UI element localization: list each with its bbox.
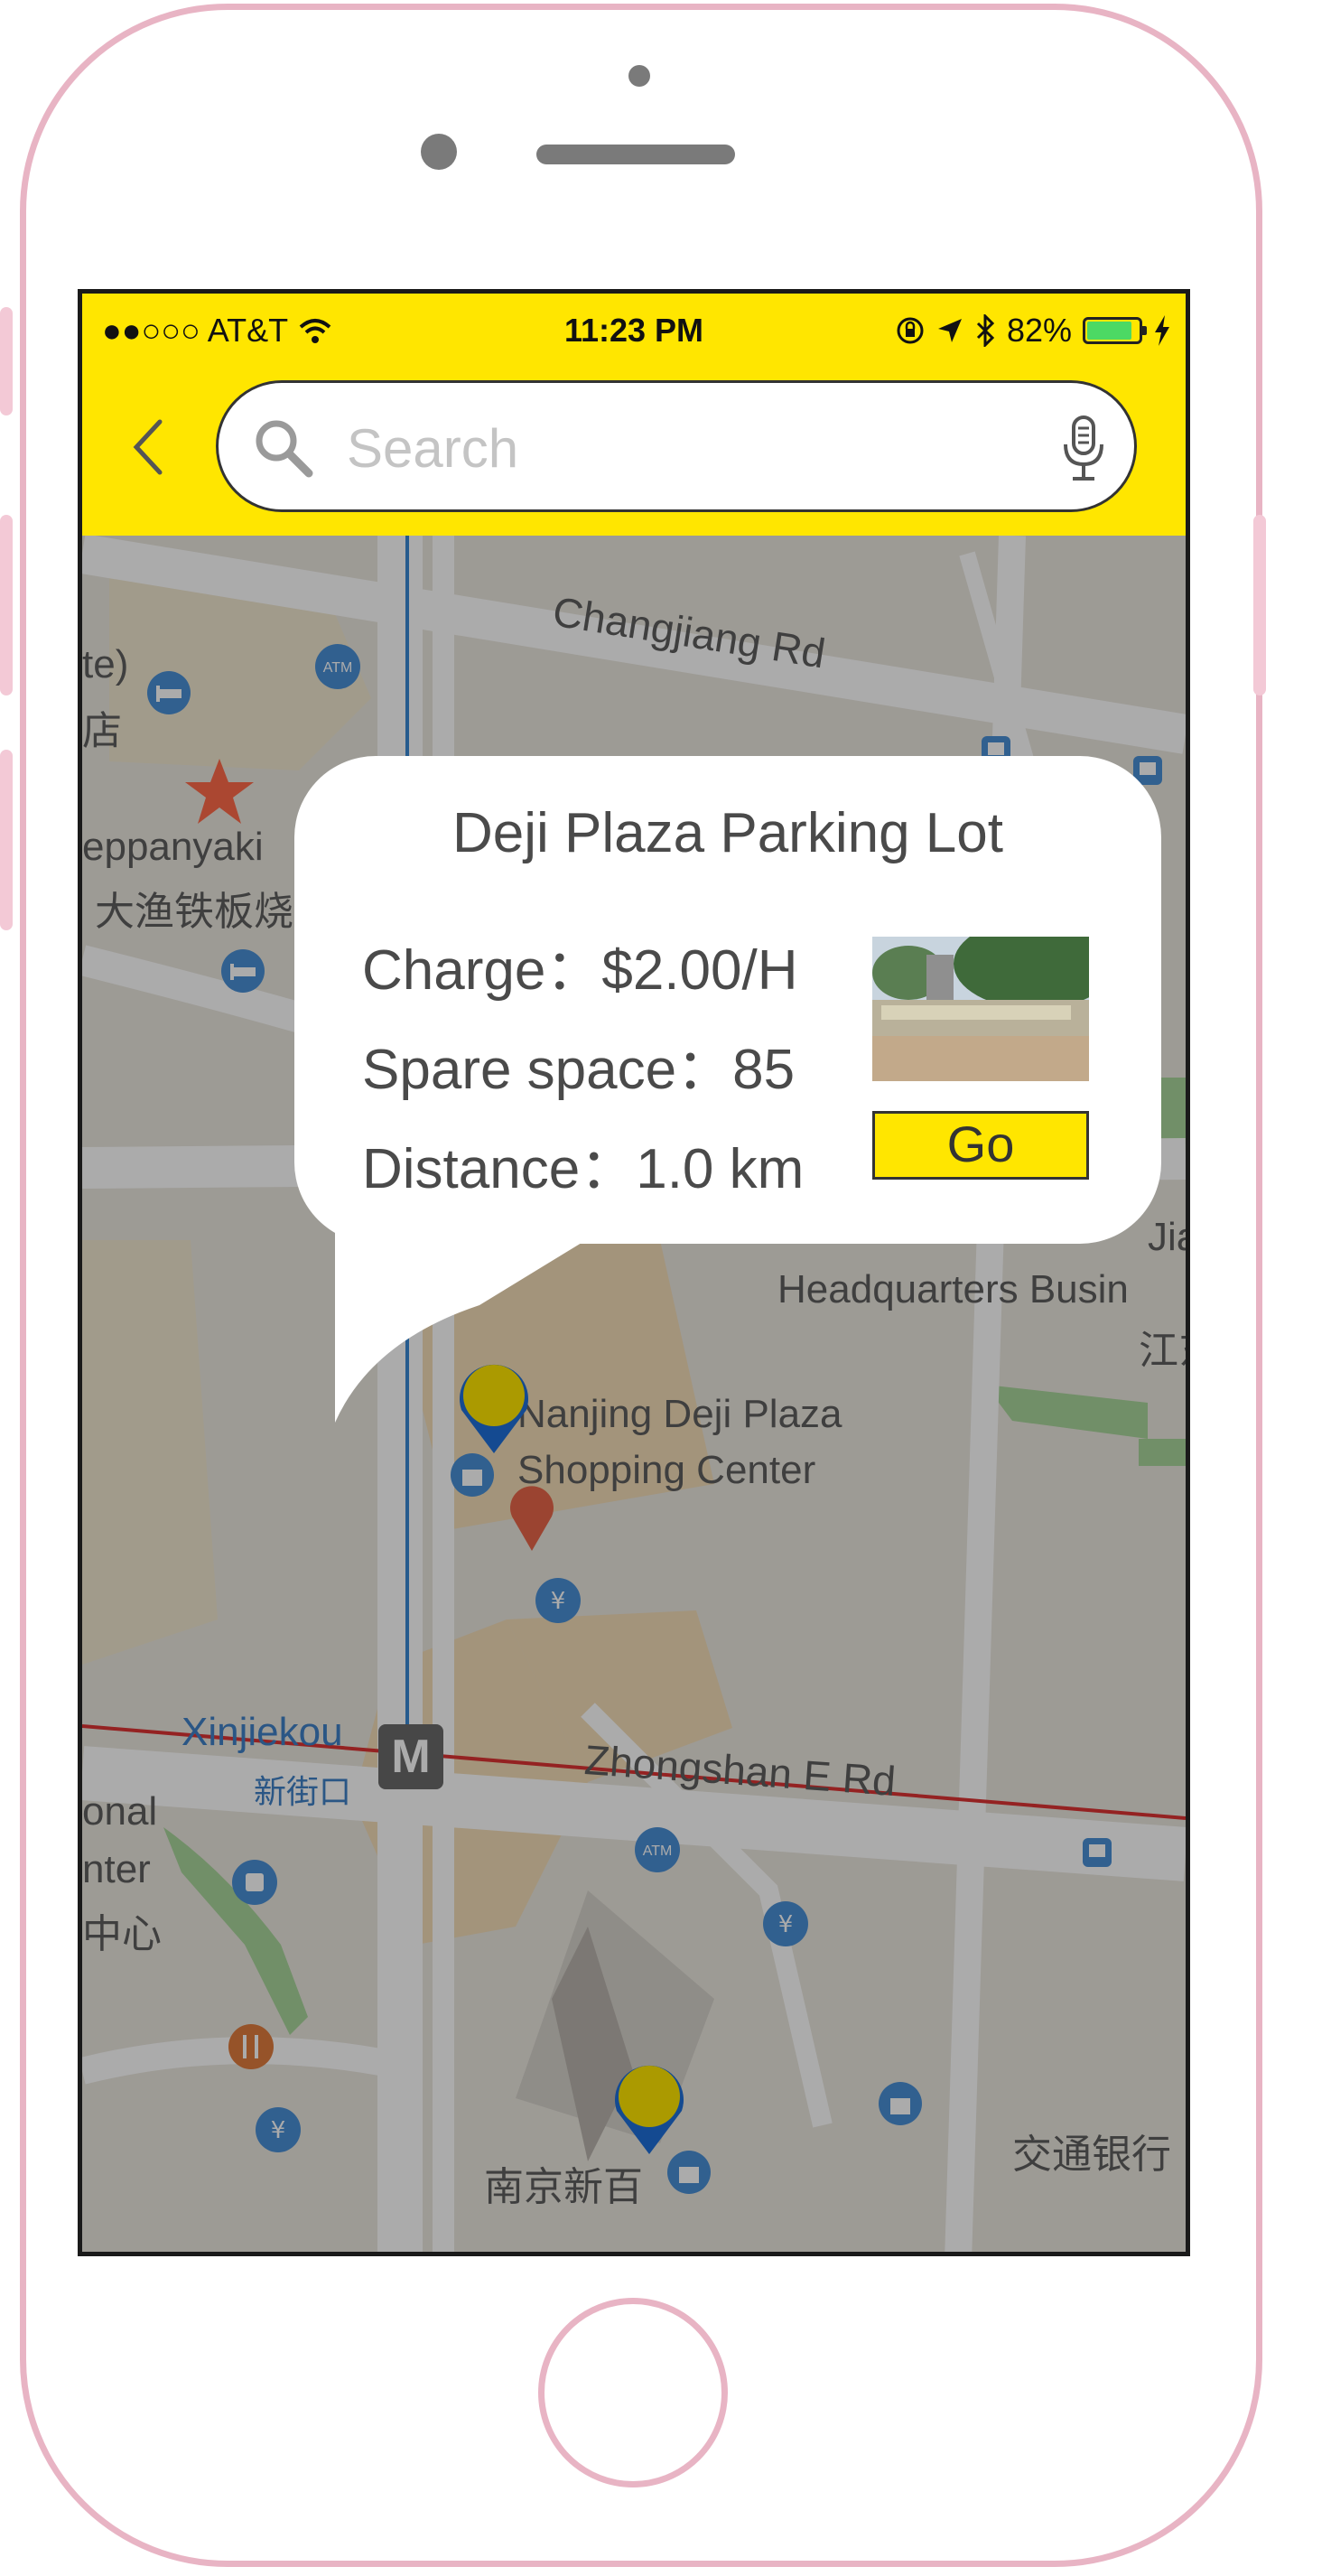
parking-info-popup: Deji Plaza Parking Lot Charge：$2.00/H Sp…: [294, 756, 1161, 1244]
mute-switch: [0, 307, 13, 415]
map-label-jiaotong: 交通银行: [1012, 2133, 1171, 2177]
spare-space-text: Spare space：85: [362, 1039, 796, 1101]
map-label-dian: 店: [82, 709, 122, 753]
bus-stop-icon-3[interactable]: [1079, 1834, 1115, 1871]
rotation-lock-icon: [897, 317, 924, 344]
status-right: 82%: [895, 312, 1171, 350]
bank-yen-glyph: ¥: [778, 1911, 794, 1938]
location-arrow-icon: [937, 319, 962, 342]
popup-title: Deji Plaza Parking Lot: [452, 802, 1003, 864]
home-button[interactable]: [538, 2298, 728, 2487]
charge-text: Charge：$2.00/H: [362, 939, 798, 1002]
restaurant-icon[interactable]: [227, 2022, 275, 2071]
map-label-onal: onal: [82, 1789, 158, 1834]
map-label-teppanyaki-cn: 大渔铁板烧: [95, 890, 293, 934]
bluetooth-icon: [976, 314, 995, 347]
camera-dot: [628, 65, 650, 87]
shopping-icon-2[interactable]: [877, 2080, 924, 2127]
go-button[interactable]: Go: [872, 1111, 1089, 1180]
charging-bolt-icon: [1155, 315, 1169, 346]
top-bar: ●●○○○ AT&T 11:23 PM 82% Search: [82, 294, 1186, 536]
map-label-headquarters: Headquarters Busin: [777, 1267, 1129, 1311]
map-label-jia: Jia: [1148, 1215, 1186, 1259]
bank-icon-2[interactable]: ¥: [761, 1899, 810, 1948]
search-bar[interactable]: [216, 380, 1137, 512]
svg-text:ATM: ATM: [643, 1843, 673, 1859]
search-input[interactable]: [345, 406, 1035, 490]
station-icon[interactable]: [230, 1858, 279, 1907]
status-bar: ●●○○○ AT&T 11:23 PM 82%: [82, 294, 1186, 362]
distance-text: Distance：1.0 km: [362, 1138, 805, 1200]
back-chevron-icon[interactable]: [120, 411, 174, 483]
hotel-icon-2[interactable]: [219, 947, 266, 994]
atm-icon[interactable]: ATM: [313, 642, 362, 691]
star-icon[interactable]: [183, 757, 256, 826]
battery-icon: [1083, 317, 1147, 344]
volume-up-button: [0, 515, 13, 695]
map-label-teppanyaki: eppanyaki: [82, 825, 264, 869]
parking-pin[interactable]: [611, 2060, 687, 2158]
map-label-jiang: 江东: [1139, 1329, 1186, 1373]
earpiece-speaker: [536, 145, 735, 164]
power-button: [1253, 515, 1266, 695]
map-label-te: te): [82, 642, 129, 686]
search-icon: [256, 420, 313, 478]
hotel-icon[interactable]: [145, 669, 192, 716]
bank-icon-3[interactable]: ¥: [254, 2105, 302, 2154]
bank-icon[interactable]: ¥: [534, 1576, 582, 1625]
svg-text:ATM: ATM: [323, 660, 353, 676]
atm-icon-2[interactable]: ATM: [633, 1825, 682, 1874]
volume-down-button: [0, 750, 13, 930]
screen: ●●○○○ AT&T 11:23 PM 82% Search ATM ¥ M A…: [78, 289, 1190, 2256]
map-label-deji-2: Shopping Center: [517, 1448, 816, 1492]
battery-percent: 82%: [1006, 312, 1072, 349]
bank-yen-glyph: ¥: [551, 1588, 566, 1615]
parking-lot-photo: [872, 937, 1089, 1081]
microphone-icon[interactable]: [1058, 414, 1109, 482]
map-label-nter: nter: [82, 1847, 151, 1891]
map-label-nanjing-xinbai: 南京新百: [484, 2165, 643, 2209]
metro-icon[interactable]: M: [378, 1724, 443, 1789]
map-label-xinjiekou: Xinjiekou: [182, 1710, 343, 1754]
bank-yen-glyph: ¥: [271, 2117, 286, 2144]
map-label-zhongxin: 中心: [82, 1912, 162, 1956]
map-label-xinjiekou-cn: 新街口: [254, 1773, 352, 1810]
shopping-icon[interactable]: [449, 1451, 496, 1498]
front-camera: [421, 134, 457, 170]
